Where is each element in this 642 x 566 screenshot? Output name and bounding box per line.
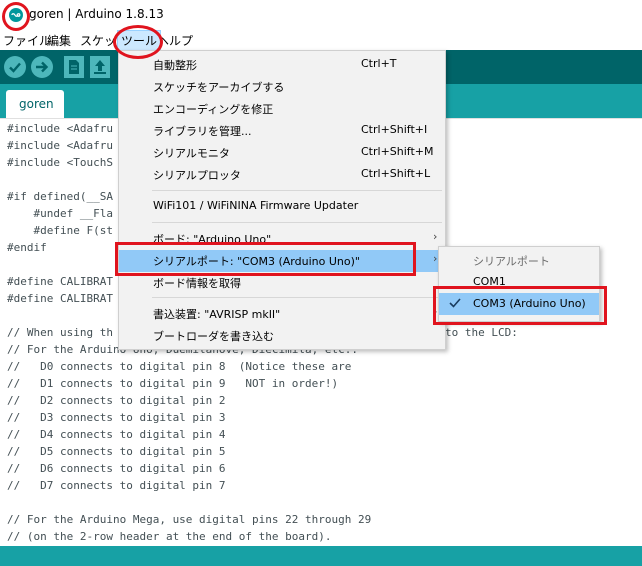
tab-goren[interactable]: goren <box>6 90 64 118</box>
code-line-11: #define CALIBRAT <box>7 292 113 305</box>
menu-item-label: ブートローダを書き込む <box>153 330 274 343</box>
menu-item-shortcut: Ctrl+Shift+L <box>361 167 431 180</box>
menu-item-label: シリアルモニタ <box>153 147 230 160</box>
code-line-8: #endif <box>7 241 47 254</box>
menu-item-fix-encoding[interactable]: エンコーディングを修正 <box>119 98 445 120</box>
submenu-arrow-icon: › <box>433 252 438 265</box>
menu-separator <box>152 297 442 298</box>
code-line-21: // D6 connects to digital pin 6 <box>7 462 226 475</box>
menu-item-label: 書込装置: "AVRISP mkII" <box>153 308 281 321</box>
submenu-header: シリアルポート <box>439 249 599 271</box>
menu-bar: ファイル 編集 スケッチ ヘルプ ツール <box>0 30 642 51</box>
menu-item-label: WiFi101 / WiFiNINA Firmware Updater <box>153 199 359 212</box>
menu-item-label: シリアルプロッタ <box>153 169 241 182</box>
menu-item-shortcut: Ctrl+T <box>361 57 397 70</box>
menu-item-label: エンコーディングを修正 <box>153 103 274 116</box>
new-icon[interactable] <box>64 56 84 78</box>
menu-item-label: ライブラリを管理... <box>153 125 252 138</box>
upload-icon[interactable] <box>31 56 53 78</box>
menu-item-manage-libraries[interactable]: ライブラリを管理... Ctrl+Shift+I <box>119 120 445 142</box>
code-line-22: // D7 connects to digital pin 7 <box>7 479 226 492</box>
code-line-3: #include <TouchS <box>7 156 113 169</box>
code-line-20: // D5 connects to digital pin 5 <box>7 445 226 458</box>
menu-item-shortcut: Ctrl+Shift+M <box>361 145 434 158</box>
open-icon[interactable] <box>90 56 110 78</box>
menu-separator <box>152 190 442 191</box>
menu-item-archive-sketch[interactable]: スケッチをアーカイブする <box>119 76 445 98</box>
menu-item-label: スケッチをアーカイブする <box>153 81 285 94</box>
code-line-17: // D2 connects to digital pin 2 <box>7 394 226 407</box>
tab-label: goren <box>19 97 54 111</box>
code-line-1: #include <Adafru <box>7 122 113 135</box>
menu-file[interactable]: ファイル <box>3 32 51 49</box>
menu-separator <box>152 222 442 223</box>
menu-item-auto-format[interactable]: 自動整形 Ctrl+T <box>119 54 445 76</box>
verify-icon[interactable] <box>4 56 26 78</box>
menu-item-firmware-updater[interactable]: WiFi101 / WiFiNINA Firmware Updater <box>119 196 445 218</box>
annotation-box-serial-port <box>115 242 416 276</box>
annotation-box-com3 <box>433 286 607 325</box>
menu-item-shortcut: Ctrl+Shift+I <box>361 123 428 136</box>
menu-item-programmer[interactable]: 書込装置: "AVRISP mkII" › <box>119 303 445 325</box>
title-bar: goren | Arduino 1.8.13 <box>0 0 642 30</box>
annotation-circle-tools-menu <box>113 25 163 59</box>
menu-item-label: ボード情報を取得 <box>153 277 241 290</box>
menu-item-burn-bootloader[interactable]: ブートローダを書き込む <box>119 325 445 347</box>
code-line-10: #define CALIBRAT <box>7 275 113 288</box>
menu-item-serial-plotter[interactable]: シリアルプロッタ Ctrl+Shift+L <box>119 164 445 186</box>
submenu-arrow-icon: › <box>433 230 438 243</box>
code-line-16: // D1 connects to digital pin 9 NOT in o… <box>7 377 339 390</box>
code-line-25: // (on the 2-row header at the end of th… <box>7 530 332 543</box>
code-line-5: #if defined(__SA <box>7 190 113 203</box>
window-title: goren | Arduino 1.8.13 <box>29 7 164 21</box>
code-line-19: // D4 connects to digital pin 4 <box>7 428 226 441</box>
submenu-header-label: シリアルポート <box>473 255 550 268</box>
code-line-2: #include <Adafru <box>7 139 113 152</box>
code-line-24: // For the Arduino Mega, use digital pin… <box>7 513 372 526</box>
annotation-circle-logo <box>2 2 30 31</box>
menu-edit[interactable]: 編集 <box>47 32 71 49</box>
code-line-13: // When using th <box>7 326 113 339</box>
code-line-7: #define F(st <box>7 224 113 237</box>
menu-item-label: 自動整形 <box>153 59 197 72</box>
code-line-15: // D0 connects to digital pin 8 (Notice … <box>7 360 352 373</box>
code-line-6: #undef __Fla <box>7 207 113 220</box>
tools-menu: 自動整形 Ctrl+T スケッチをアーカイブする エンコーディングを修正 ライブ… <box>118 50 446 350</box>
menu-item-serial-monitor[interactable]: シリアルモニタ Ctrl+Shift+M <box>119 142 445 164</box>
code-line-18: // D3 connects to digital pin 3 <box>7 411 226 424</box>
status-bar <box>0 546 642 566</box>
code-line-13-tail: to the LCD: <box>445 326 518 339</box>
